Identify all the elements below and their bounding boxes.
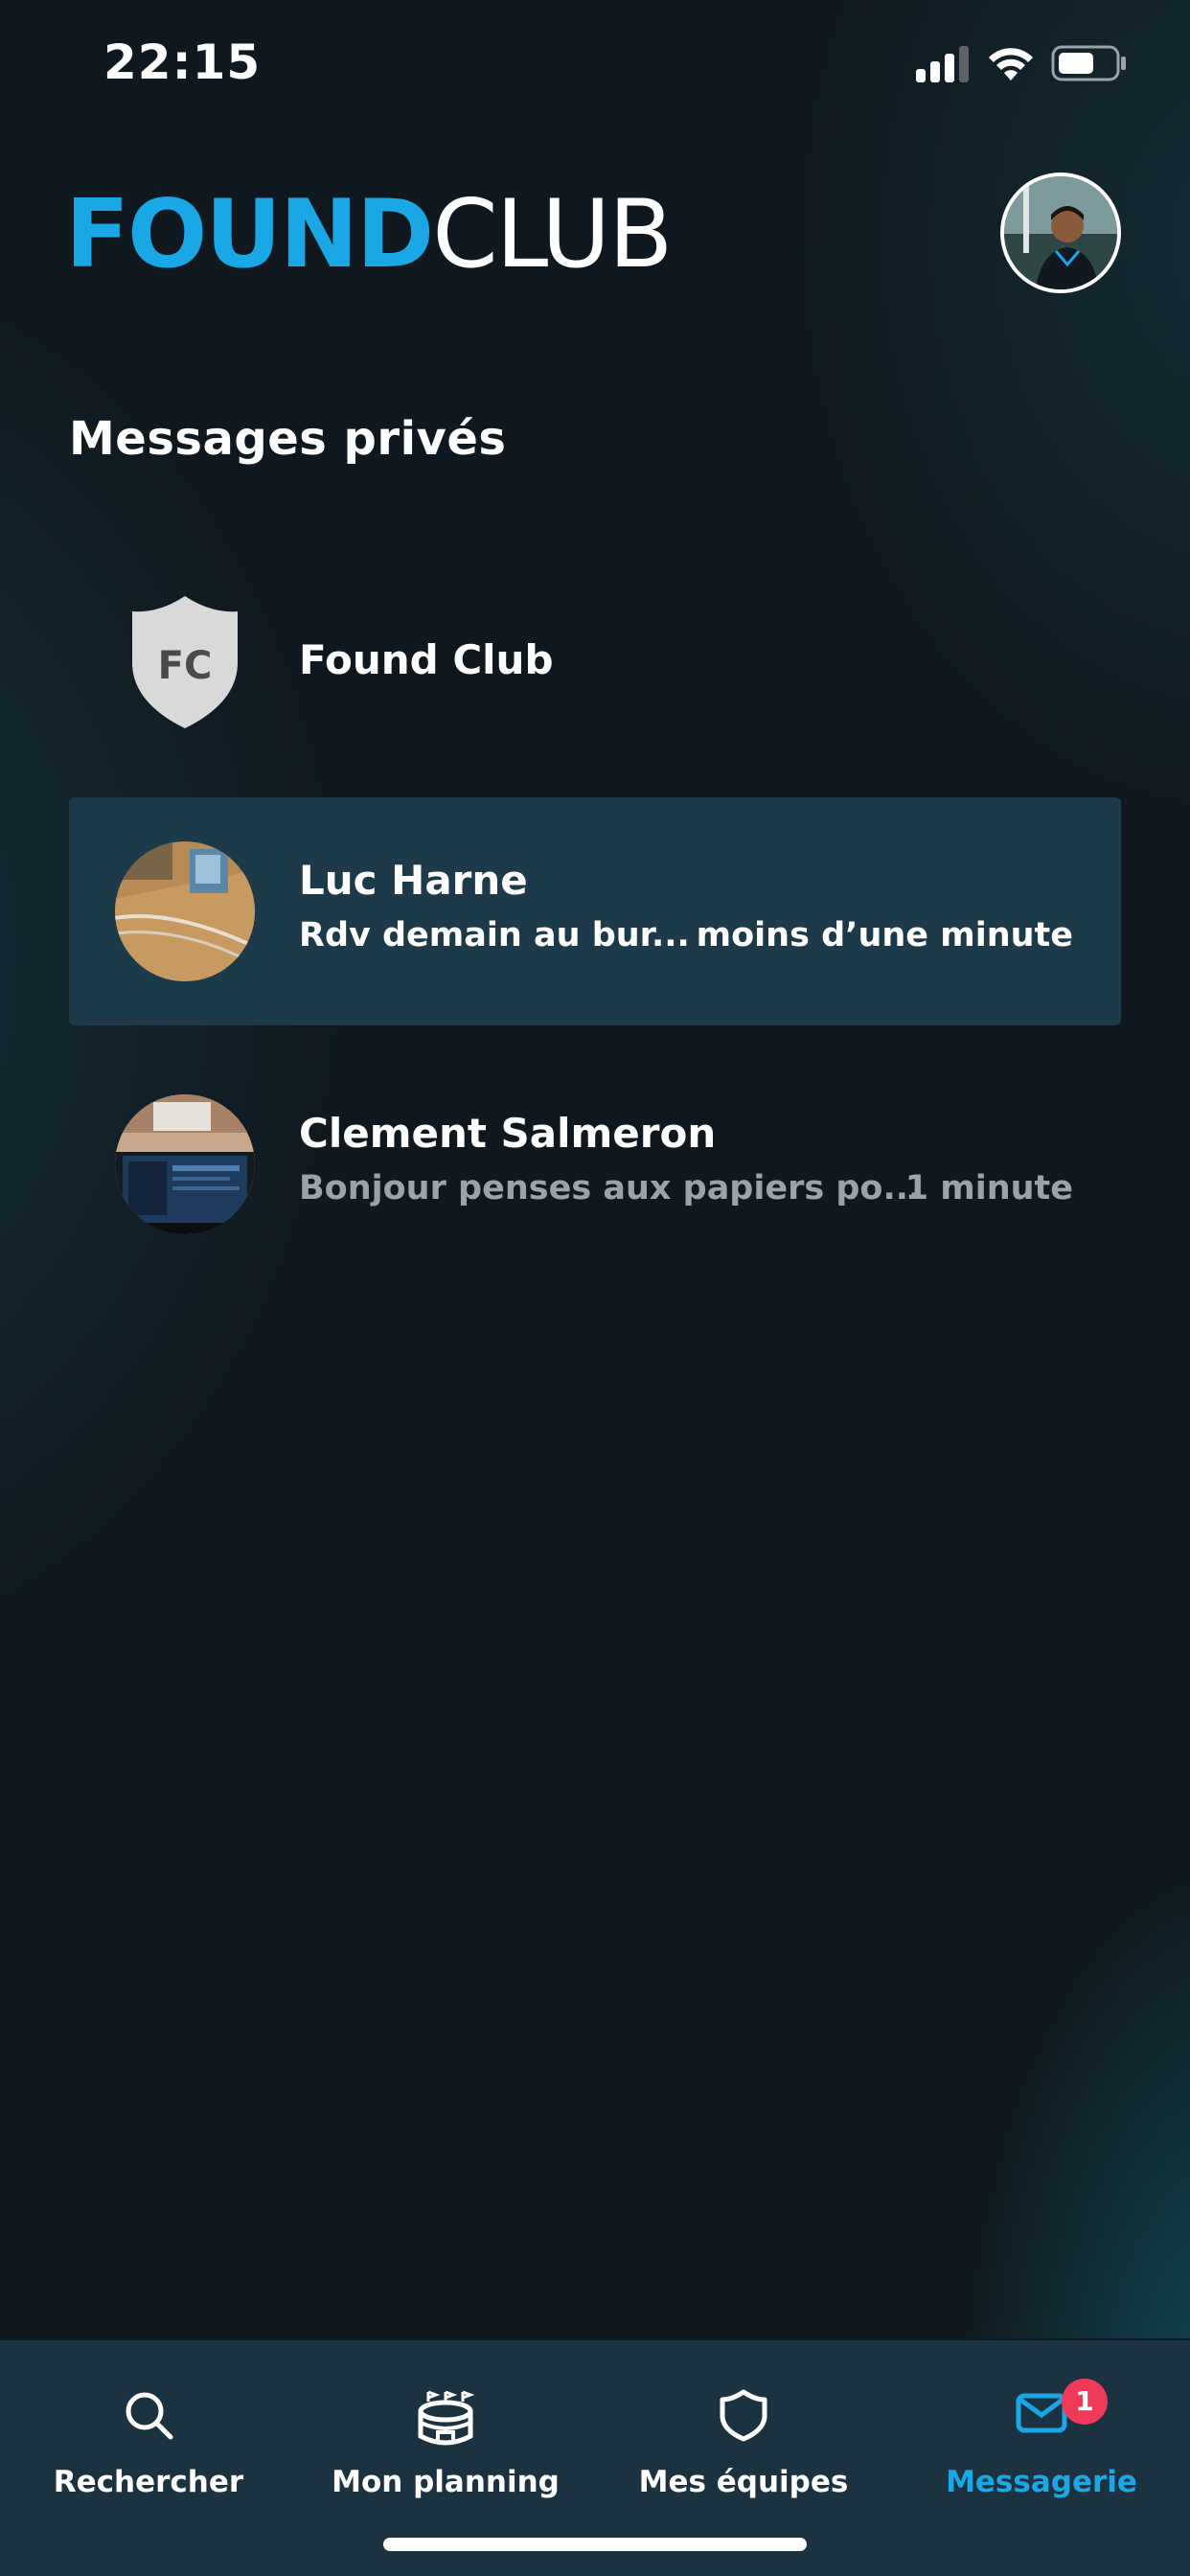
nav-rechercher[interactable]: Rechercher: [0, 2340, 297, 2532]
conversation-name: Luc Harne: [299, 857, 528, 904]
avatar: [115, 1094, 255, 1234]
logo-found-text: FOUND: [65, 180, 434, 289]
logo-club-text: CLUB: [432, 180, 673, 289]
page-title: Messages privés: [69, 412, 507, 466]
conversation-luc-harne[interactable]: Luc Harne Rdv demain au bur... moins d’u…: [69, 797, 1121, 1025]
nav-label: Rechercher: [53, 2465, 244, 2499]
conversation-time: moins d’une minute: [696, 916, 1073, 954]
conversation-found-club[interactable]: FC Found Club: [69, 546, 1121, 774]
conversation-name: Found Club: [299, 636, 554, 683]
home-indicator: [383, 2538, 807, 2551]
fc-shield-logo: FC: [115, 590, 255, 730]
app-logo: FOUNDCLUB: [65, 180, 673, 289]
profile-photo: [1004, 176, 1117, 289]
nav-mes-equipes[interactable]: Mes équipes: [595, 2340, 892, 2532]
conversation-preview: Rdv demain au bur...: [299, 916, 690, 954]
nav-label: Mes équipes: [638, 2465, 849, 2499]
fc-shield-text: FC: [158, 644, 213, 688]
status-bar: 22:15: [0, 0, 1190, 126]
shield-icon: [720, 2389, 767, 2442]
cellular-signal-icon: [916, 44, 972, 82]
search-icon: [126, 2392, 173, 2440]
profile-avatar[interactable]: [1000, 172, 1121, 293]
nav-mon-planning[interactable]: Mon planning: [297, 2340, 594, 2532]
nav-messagerie[interactable]: 1 Messagerie: [893, 2340, 1190, 2532]
stadium-icon: [418, 2390, 475, 2446]
conversation-name: Clement Salmeron: [299, 1110, 717, 1157]
unread-badge: 1: [1062, 2379, 1108, 2425]
mail-icon: [1016, 2393, 1067, 2433]
wifi-icon: [989, 48, 1033, 80]
battery-icon: [1051, 45, 1126, 81]
nav-label: Messagerie: [946, 2465, 1137, 2499]
conversation-preview: Bonjour penses aux papiers po...: [299, 1169, 922, 1208]
nav-label: Mon planning: [332, 2465, 560, 2499]
status-time: 22:15: [103, 34, 262, 90]
conversation-time: 1 minute: [904, 1169, 1073, 1208]
avatar: [115, 841, 255, 981]
conversation-clement-salmeron[interactable]: Clement Salmeron Bonjour penses aux papi…: [69, 1050, 1121, 1278]
